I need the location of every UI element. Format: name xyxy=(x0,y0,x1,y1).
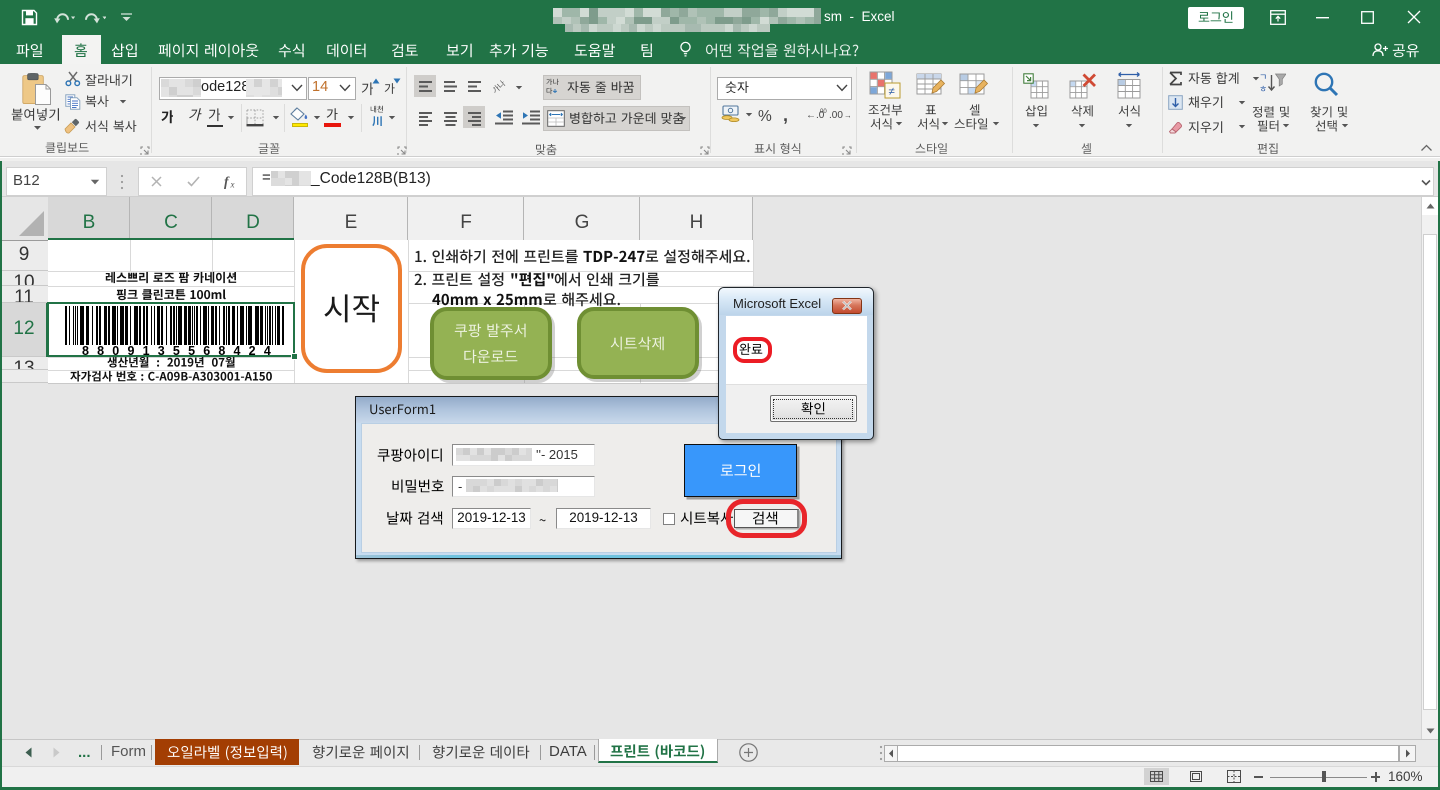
svg-text:≠: ≠ xyxy=(889,86,895,98)
svg-text:00: 00 xyxy=(820,109,827,115)
svg-text:.00: .00 xyxy=(829,110,843,121)
svg-text:→: → xyxy=(844,111,850,120)
svg-text:x: x xyxy=(230,180,235,190)
svg-text:f: f xyxy=(224,174,230,189)
